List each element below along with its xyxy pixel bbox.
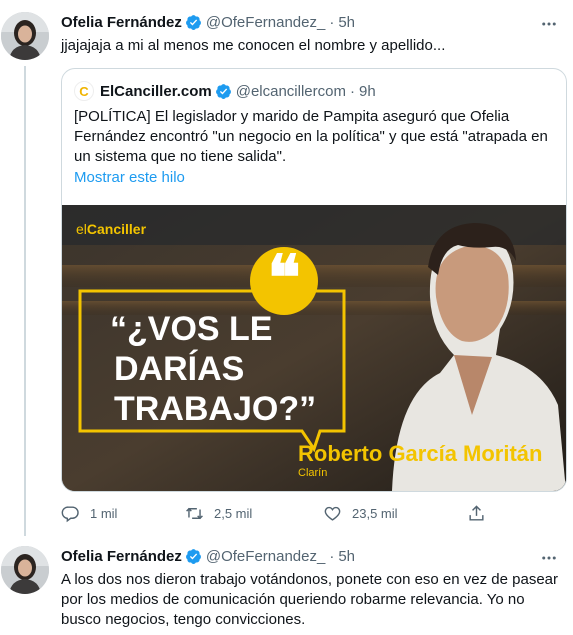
quoted-author-avatar[interactable]: C <box>74 81 94 101</box>
headline-text: “¿VOS LE DARÍAS TRABAJO?” <box>110 309 340 429</box>
headline-line-2: DARÍAS <box>114 350 245 388</box>
like-count: 23,5 mil <box>352 505 398 521</box>
author-name[interactable]: Ofelia Fernández <box>61 548 182 565</box>
like-button[interactable]: 23,5 mil <box>323 502 398 524</box>
headline-line-1: “¿VOS LE <box>110 310 273 348</box>
reply-count: 1 mil <box>90 505 118 521</box>
tweet-actions: 1 mil 2,5 mil 23,5 mil <box>61 502 501 524</box>
reply-button[interactable]: 1 mil <box>61 502 117 524</box>
quoted-tweet[interactable]: C ElCanciller.com @elcancillercom · 9h [… <box>61 68 567 492</box>
tweet-header: Ofelia Fernández @OfeFernandez_ · 5h <box>61 12 355 32</box>
verified-badge-icon <box>185 14 201 30</box>
more-options-icon[interactable] <box>539 548 559 568</box>
tweet-text: A los dos nos dieron trabajo votándonos,… <box>61 571 559 628</box>
tweet-text: jjajajaja a mi al menos me conocen el no… <box>61 37 446 54</box>
headline-line-3: TRABAJO?” <box>114 390 317 428</box>
quoted-author-handle[interactable]: @elcancillercom <box>236 83 346 100</box>
quoted-tweet-image[interactable]: elCanciller ❝ “¿VOS LE DARÍAS TRABAJO?” … <box>62 205 566 491</box>
more-options-icon[interactable] <box>539 14 559 34</box>
timestamp[interactable]: 5h <box>338 548 355 565</box>
quoted-author-name[interactable]: ElCanciller.com <box>100 83 212 100</box>
quoted-timestamp[interactable]: 9h <box>359 83 376 100</box>
avatar[interactable] <box>1 12 49 60</box>
verified-badge-icon <box>185 548 201 564</box>
tweet-header: Ofelia Fernández @OfeFernandez_ · 5h <box>61 546 355 566</box>
share-icon <box>469 504 484 521</box>
tweet-reply[interactable]: Ofelia Fernández @OfeFernandez_ · 5h A l… <box>0 534 573 635</box>
thread-line <box>24 66 26 536</box>
verified-badge-icon <box>215 83 231 99</box>
tweet-main[interactable]: Ofelia Fernández @OfeFernandez_ · 5h jja… <box>0 0 573 540</box>
author-name[interactable]: Ofelia Fernández <box>61 14 182 31</box>
retweet-count: 2,5 mil <box>214 505 253 521</box>
person-name-caption: Roberto García Moritán <box>298 441 543 466</box>
avatar[interactable] <box>1 546 49 594</box>
timestamp[interactable]: 5h <box>338 14 355 31</box>
source-caption: Clarín <box>298 467 328 479</box>
author-handle[interactable]: @OfeFernandez_ <box>206 548 325 565</box>
share-button[interactable] <box>467 502 496 524</box>
separator-dot: · <box>349 82 355 100</box>
quoted-tweet-text: [POLÍTICA] El legislador y marido de Pam… <box>74 108 548 165</box>
retweet-button[interactable]: 2,5 mil <box>185 502 252 524</box>
quoted-tweet-header: C ElCanciller.com @elcancillercom · 9h <box>74 81 376 101</box>
reply-icon <box>61 505 79 522</box>
like-icon <box>324 506 341 521</box>
separator-dot: · <box>329 13 335 31</box>
author-handle[interactable]: @OfeFernandez_ <box>206 14 325 31</box>
quote-marks-icon: ❝ <box>267 241 301 314</box>
show-thread-link[interactable]: Mostrar este hilo <box>74 169 185 186</box>
retweet-icon <box>186 507 203 519</box>
separator-dot: · <box>329 547 335 565</box>
